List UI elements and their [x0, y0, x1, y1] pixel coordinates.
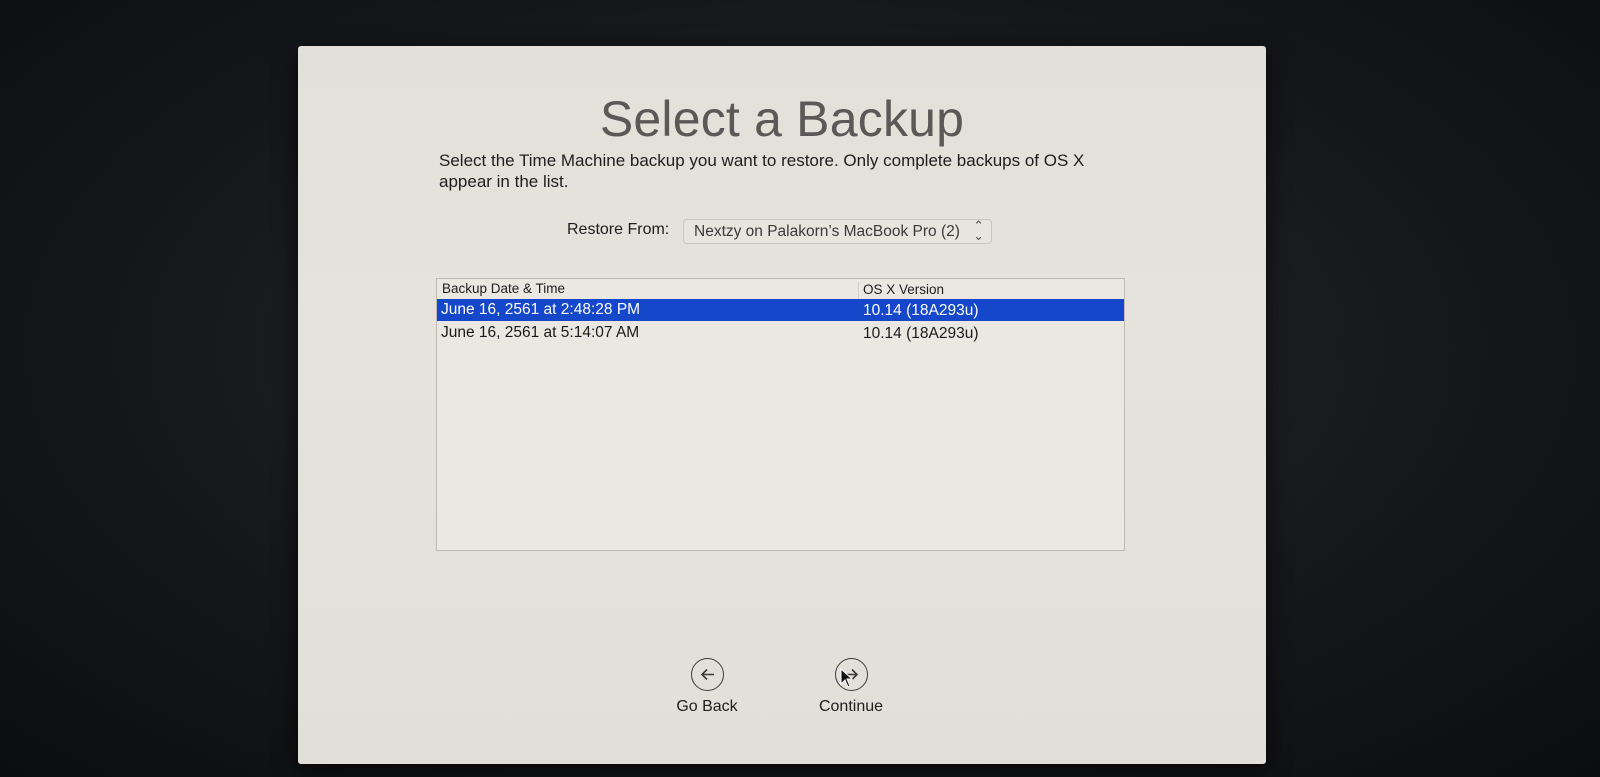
table-row[interactable]: June 16, 2561 at 2:48:28 PM 10.14 (18A29…	[437, 299, 1124, 321]
mouse-cursor-icon	[840, 668, 854, 688]
go-back-label: Go Back	[676, 698, 738, 715]
page-description: Select the Time Machine backup you want …	[439, 151, 1085, 191]
table-row[interactable]: June 16, 2561 at 5:14:07 AM 10.14 (18A29…	[437, 322, 1124, 344]
restore-from-select[interactable]: Nextzy on Palakorn’s MacBook Pro (2) ⌃ ⌄	[683, 219, 992, 244]
restore-from-value: Nextzy on Palakorn’s MacBook Pro (2)	[694, 223, 960, 240]
osx-version-cell: 10.14 (18A293u)	[863, 325, 979, 342]
go-back-button[interactable]: Go Back	[657, 658, 757, 716]
chevron-updown-icon: ⌃ ⌄	[973, 218, 984, 243]
restore-from-label: Restore From:	[567, 221, 670, 238]
osx-version-cell: 10.14 (18A293u)	[863, 302, 979, 319]
arrow-left-circle-icon	[690, 658, 724, 691]
restore-dialog-window: Select a Backup Select the Time Machine …	[298, 46, 1266, 764]
backup-date-cell: June 16, 2561 at 5:14:07 AM	[441, 324, 640, 341]
backup-table[interactable]: Backup Date & Time OS X Version June 16,…	[436, 278, 1125, 551]
backup-date-cell: June 16, 2561 at 2:48:28 PM	[441, 301, 641, 318]
page-title: Select a Backup	[599, 91, 965, 147]
continue-label: Continue	[818, 698, 884, 715]
column-header-version[interactable]: OS X Version	[858, 282, 944, 299]
column-header-date[interactable]: Backup Date & Time	[442, 281, 565, 296]
table-header: Backup Date & Time OS X Version	[437, 279, 1124, 300]
